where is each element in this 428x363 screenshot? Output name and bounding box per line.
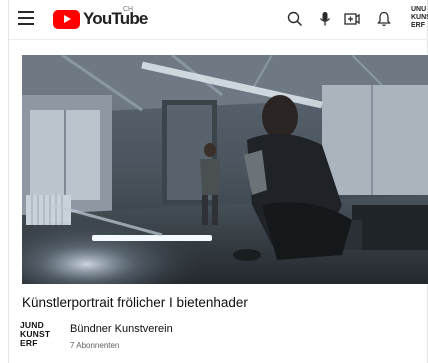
avatar-line: ERF: [411, 22, 425, 29]
channel-name[interactable]: Bündner Kunstverein: [70, 323, 173, 335]
menu-icon[interactable]: [18, 11, 34, 25]
youtube-page: YouTube CH UNU KUNS ERF: [8, 0, 428, 363]
bell-icon[interactable]: [375, 10, 393, 28]
video-title[interactable]: Künstlerportrait frölicher I bietenhader: [22, 295, 422, 310]
region-code: CH: [123, 6, 134, 13]
microphone-icon[interactable]: [316, 10, 334, 28]
youtube-logo[interactable]: YouTube: [53, 9, 148, 29]
top-bar: YouTube CH UNU KUNS ERF: [9, 0, 428, 40]
subscriber-count: 7 Abonnenten: [70, 341, 120, 350]
youtube-play-icon: [53, 9, 80, 29]
video-thumbnail[interactable]: [22, 55, 428, 284]
channel-logo-line: ERF: [20, 338, 38, 348]
logo-text: YouTube: [83, 9, 148, 28]
avatar-line: KUNS: [411, 14, 428, 21]
avatar-line: UNU: [411, 6, 427, 13]
search-icon[interactable]: [286, 10, 304, 28]
account-avatar[interactable]: UNU KUNS ERF: [411, 6, 428, 32]
create-video-icon[interactable]: [343, 10, 361, 28]
channel-avatar[interactable]: JUND KUNST ERF: [20, 321, 52, 351]
